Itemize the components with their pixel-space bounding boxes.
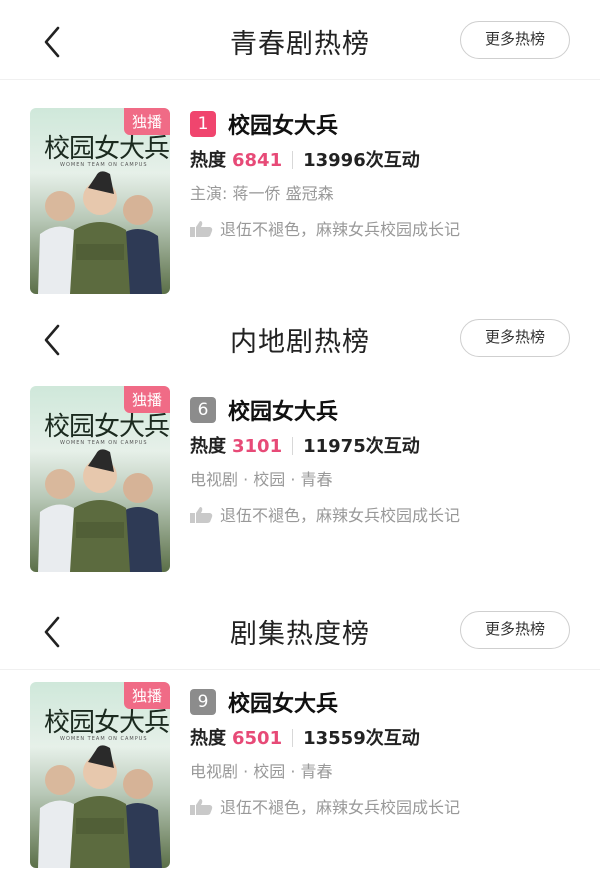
interaction-count: 13996次互动 — [303, 150, 420, 171]
exclusive-badge: 独播 — [123, 682, 170, 709]
show-info: 9 校园女大兵 热度 6501 13559次互动 电视剧 · 校园 · 青春 退伍不… — [190, 686, 580, 818]
show-info: 6 校园女大兵 热度 3101 11975次互动 电视剧 · 校园 · 青春 退伍不… — [190, 394, 580, 526]
section-header: 剧集热度榜 更多热榜 — [0, 590, 600, 670]
heat-value: 3101 — [232, 436, 283, 457]
rank-badge: 1 — [190, 111, 216, 137]
heat-label: 热度 — [190, 150, 226, 171]
more-rankings-button[interactable]: 更多热榜 — [460, 21, 570, 59]
exclusive-badge: 独播 — [123, 108, 170, 135]
show-meta: 电视剧 · 校园 · 青春 — [190, 762, 333, 781]
more-rankings-button[interactable]: 更多热榜 — [460, 611, 570, 649]
heat-row: 热度 6501 13559次互动 — [190, 724, 580, 752]
section-header: 青春剧热榜 更多热榜 — [0, 0, 600, 80]
show-tagline-row: 退伍不褪色，麻辣女兵校园成长记 — [190, 794, 580, 818]
show-poster[interactable]: 校园女大兵 WOMEN TEAM ON CAMPUS 独播 — [30, 108, 170, 294]
separator — [292, 437, 294, 455]
interaction-count: 13559次互动 — [303, 728, 420, 749]
show-name[interactable]: 校园女大兵 — [228, 394, 338, 426]
rank-badge: 9 — [190, 689, 216, 715]
show-tagline: 退伍不褪色，麻辣女兵校园成长记 — [220, 506, 461, 525]
show-tagline: 退伍不褪色，麻辣女兵校园成长记 — [220, 220, 461, 239]
show-meta: 主演: 蒋一侨 盛冠森 — [190, 184, 334, 203]
separator — [292, 729, 294, 747]
show-tagline-row: 退伍不褪色，麻辣女兵校园成长记 — [190, 502, 580, 526]
show-tagline-row: 退伍不褪色，麻辣女兵校园成长记 — [190, 216, 580, 240]
thumbs-up-icon — [190, 799, 213, 815]
cast-photo-icon — [38, 171, 162, 294]
ranking-section-youth: 青春剧热榜 更多热榜 校园女大兵 WOMEN TEAM ON CAMPUS 独播… — [0, 0, 600, 298]
more-rankings-button[interactable]: 更多热榜 — [460, 319, 570, 357]
heat-label: 热度 — [190, 436, 226, 457]
cast-photo-icon — [38, 449, 162, 572]
cast-photo-icon — [38, 745, 162, 868]
show-tagline: 退伍不褪色，麻辣女兵校园成长记 — [220, 798, 461, 817]
heat-label: 热度 — [190, 728, 226, 749]
ranking-section-series-heat: 剧集热度榜 更多热榜 校园女大兵 WOMEN TEAM ON CAMPUS 独播… — [0, 590, 600, 886]
show-meta: 电视剧 · 校园 · 青春 — [190, 470, 333, 489]
interaction-count: 11975次互动 — [303, 436, 420, 457]
heat-value: 6501 — [232, 728, 283, 749]
divider — [0, 79, 600, 80]
heat-value: 6841 — [232, 150, 283, 171]
show-poster[interactable]: 校园女大兵 WOMEN TEAM ON CAMPUS 独播 — [30, 386, 170, 572]
thumbs-up-icon — [190, 507, 213, 523]
thumbs-up-icon — [190, 221, 213, 237]
separator — [292, 151, 294, 169]
heat-row: 热度 6841 13996次互动 — [190, 146, 580, 174]
show-info: 1 校园女大兵 热度 6841 13996次互动 主演: 蒋一侨 盛冠森 退伍不褪色… — [190, 108, 580, 240]
ranking-section-mainland: 内地剧热榜 更多热榜 校园女大兵 WOMEN TEAM ON CAMPUS 独播… — [0, 298, 600, 590]
rank-badge: 6 — [190, 397, 216, 423]
show-poster[interactable]: 校园女大兵 WOMEN TEAM ON CAMPUS 独播 — [30, 682, 170, 868]
heat-row: 热度 3101 11975次互动 — [190, 432, 580, 460]
section-header: 内地剧热榜 更多热榜 — [0, 298, 600, 378]
show-name[interactable]: 校园女大兵 — [228, 686, 338, 718]
exclusive-badge: 独播 — [123, 386, 170, 413]
show-name[interactable]: 校园女大兵 — [228, 108, 338, 140]
divider — [0, 669, 600, 670]
